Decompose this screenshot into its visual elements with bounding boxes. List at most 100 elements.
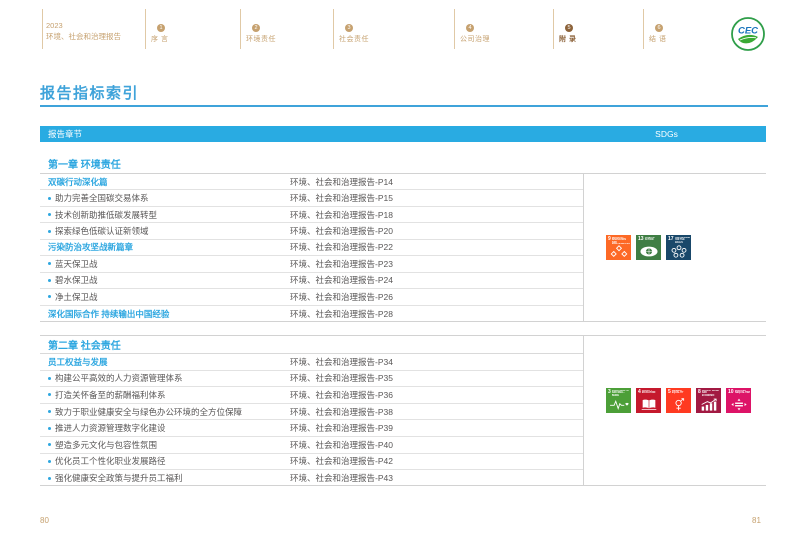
row-title: 双碳行动深化篇 <box>48 176 108 188</box>
row-page-ref: 环境、社会和治理报告-P24 <box>290 274 393 286</box>
bullet-icon <box>48 262 51 265</box>
row-title: 致力于职业健康安全与绿色办公环境的全方位保障 <box>55 406 242 418</box>
index-row: 碧水保卫战 环境、社会和治理报告-P24 <box>40 273 583 289</box>
index-row: 员工权益与发展 环境、社会和治理报告-P34 <box>40 354 583 371</box>
nav-item-label: 结 语 <box>649 34 666 44</box>
row-title: 优化员工个性化职业发展路径 <box>55 455 166 467</box>
row-title: 助力完善全国碳交易体系 <box>55 192 149 204</box>
cec-logo-icon: CEC <box>730 16 766 52</box>
row-page-ref: 环境、社会和治理报告-P15 <box>290 192 393 204</box>
sdg-number: 13 <box>638 237 644 242</box>
nav-number-icon: 4 <box>466 24 474 32</box>
report-nav: 2023 环境、社会和治理报告 1 序 言2 环境责任3 社会责任4 公司治理5… <box>0 6 808 50</box>
sdg-9-icon: 9 Industry, Innovation and Infrastructur… <box>606 235 631 260</box>
sdg-5-icon: 5 Gender Equality <box>666 388 691 413</box>
row-title: 碧水保卫战 <box>55 274 98 286</box>
sdg-8-icon: 8 Decent Work and Economic Growth <box>696 388 721 413</box>
index-row: 双碳行动深化篇 环境、社会和治理报告-P14 <box>40 174 583 190</box>
row-page-ref: 环境、社会和治理报告-P36 <box>290 389 393 401</box>
page-number-right: 81 <box>752 516 761 525</box>
chapter-2-title: 第二章 社会责任 <box>40 336 583 354</box>
sdg-label: Climate Action <box>645 237 660 242</box>
row-page-ref: 环境、社会和治理报告-P43 <box>290 472 393 484</box>
row-page-ref: 环境、社会和治理报告-P38 <box>290 406 393 418</box>
row-title: 探索绿色低碳认证新领域 <box>55 225 149 237</box>
cec-logo-text: CEC <box>738 26 758 37</box>
row-title: 强化健康安全政策与提升员工福利 <box>55 472 183 484</box>
nav-item-4: 4 公司治理 <box>460 24 490 44</box>
brand-year: 2023 <box>46 21 121 32</box>
index-row: 强化健康安全政策与提升员工福利 环境、社会和治理报告-P43 <box>40 470 583 487</box>
nav-number-icon: 6 <box>655 24 663 32</box>
index-row: 助力完善全国碳交易体系 环境、社会和治理报告-P15 <box>40 190 583 206</box>
row-page-ref: 环境、社会和治理报告-P23 <box>290 258 393 270</box>
nav-item-1: 1 序 言 <box>151 24 168 44</box>
row-page-ref: 环境、社会和治理报告-P26 <box>290 291 393 303</box>
index-row: 深化国际合作 持续输出中国经验 环境、社会和治理报告-P28 <box>40 306 583 322</box>
bullet-icon <box>48 295 51 298</box>
bullet-icon <box>48 213 51 216</box>
row-title: 员工权益与发展 <box>48 356 108 368</box>
sdg-17-icon: 17 Partnerships for the Goals <box>666 235 691 260</box>
nav-divider <box>454 9 455 49</box>
nav-divider <box>333 9 334 49</box>
row-page-ref: 环境、社会和治理报告-P42 <box>290 455 393 467</box>
sdg-label: Quality Education <box>642 390 660 395</box>
chapter-2-sdgs: 3 Good Health and Well-Being 4 Quality E… <box>583 336 766 485</box>
sdg-label: Partnerships for the Goals <box>675 237 690 244</box>
index-row: 打造关怀备至的薪酬福利体系 环境、社会和治理报告-P36 <box>40 387 583 404</box>
index-row: 构建公平高效的人力资源管理体系 环境、社会和治理报告-P35 <box>40 371 583 388</box>
sdg-number: 9 <box>608 237 611 242</box>
bullet-icon <box>48 230 51 233</box>
row-title: 打造关怀备至的薪酬福利体系 <box>55 389 166 401</box>
row-title: 技术创新助推低碳发展转型 <box>55 209 157 221</box>
nav-item-label: 社会责任 <box>339 34 369 44</box>
nav-divider <box>42 9 43 49</box>
index-row: 优化员工个性化职业发展路径 环境、社会和治理报告-P42 <box>40 454 583 471</box>
nav-item-label: 序 言 <box>151 34 168 44</box>
nav-divider <box>643 9 644 49</box>
bullet-icon <box>48 393 51 396</box>
row-page-ref: 环境、社会和治理报告-P34 <box>290 356 393 368</box>
row-title: 深化国际合作 持续输出中国经验 <box>48 308 169 320</box>
index-row: 探索绿色低碳认证新领域 环境、社会和治理报告-P20 <box>40 223 583 239</box>
nav-item-label: 公司治理 <box>460 34 490 44</box>
sdg-number: 10 <box>728 390 734 395</box>
row-title: 污染防治攻坚战新篇章 <box>48 241 133 253</box>
nav-number-icon: 2 <box>252 24 260 32</box>
bullet-icon <box>48 460 51 463</box>
chapter-1-sdgs: 9 Industry, Innovation and Infrastructur… <box>583 174 766 321</box>
row-page-ref: 环境、社会和治理报告-P20 <box>290 225 393 237</box>
sdg-4-icon: 4 Quality Education <box>636 388 661 413</box>
row-page-ref: 环境、社会和治理报告-P22 <box>290 241 393 253</box>
column-header-chapters: 报告章节 <box>40 128 575 140</box>
index-row: 技术创新助推低碳发展转型 环境、社会和治理报告-P18 <box>40 207 583 223</box>
bullet-icon <box>48 279 51 282</box>
row-page-ref: 环境、社会和治理报告-P35 <box>290 372 393 384</box>
nav-item-6: 6 结 语 <box>649 24 666 44</box>
column-header-sdgs: SDGs <box>575 129 758 139</box>
bullet-icon <box>48 443 51 446</box>
sdg-number: 5 <box>668 390 671 395</box>
bullet-icon <box>48 427 51 430</box>
sdg-3-icon: 3 Good Health and Well-Being <box>606 388 631 413</box>
sdg-label: Decent Work and Economic Growth <box>702 390 720 397</box>
row-title: 塑造多元文化与包容性氛围 <box>55 439 157 451</box>
nav-divider <box>145 9 146 49</box>
brand-title: 环境、社会和治理报告 <box>46 32 121 43</box>
row-title: 推进人力资源管理数字化建设 <box>55 422 166 434</box>
report-brand: 2023 环境、社会和治理报告 <box>46 21 121 43</box>
sdg-13-icon: 13 Climate Action <box>636 235 661 260</box>
chapter-2-block: 第二章 社会责任 员工权益与发展 环境、社会和治理报告-P34构建公平高效的人力… <box>40 335 766 486</box>
nav-number-icon: 5 <box>565 24 573 32</box>
chapter-1-rows: 双碳行动深化篇 环境、社会和治理报告-P14助力完善全国碳交易体系 环境、社会和… <box>40 174 583 321</box>
chapter-1-block: 双碳行动深化篇 环境、社会和治理报告-P14助力完善全国碳交易体系 环境、社会和… <box>40 173 766 322</box>
nav-number-icon: 1 <box>157 24 165 32</box>
chapter-1-title: 第一章 环境责任 <box>48 156 121 171</box>
nav-item-5: 5 附 录 <box>559 24 576 44</box>
index-row: 蓝天保卫战 环境、社会和治理报告-P23 <box>40 256 583 272</box>
bullet-icon <box>48 377 51 380</box>
sdg-label: Industry, Innovation and Infrastructure <box>612 237 630 244</box>
sdg-label: Good Health and Well-Being <box>612 390 630 397</box>
nav-divider <box>553 9 554 49</box>
